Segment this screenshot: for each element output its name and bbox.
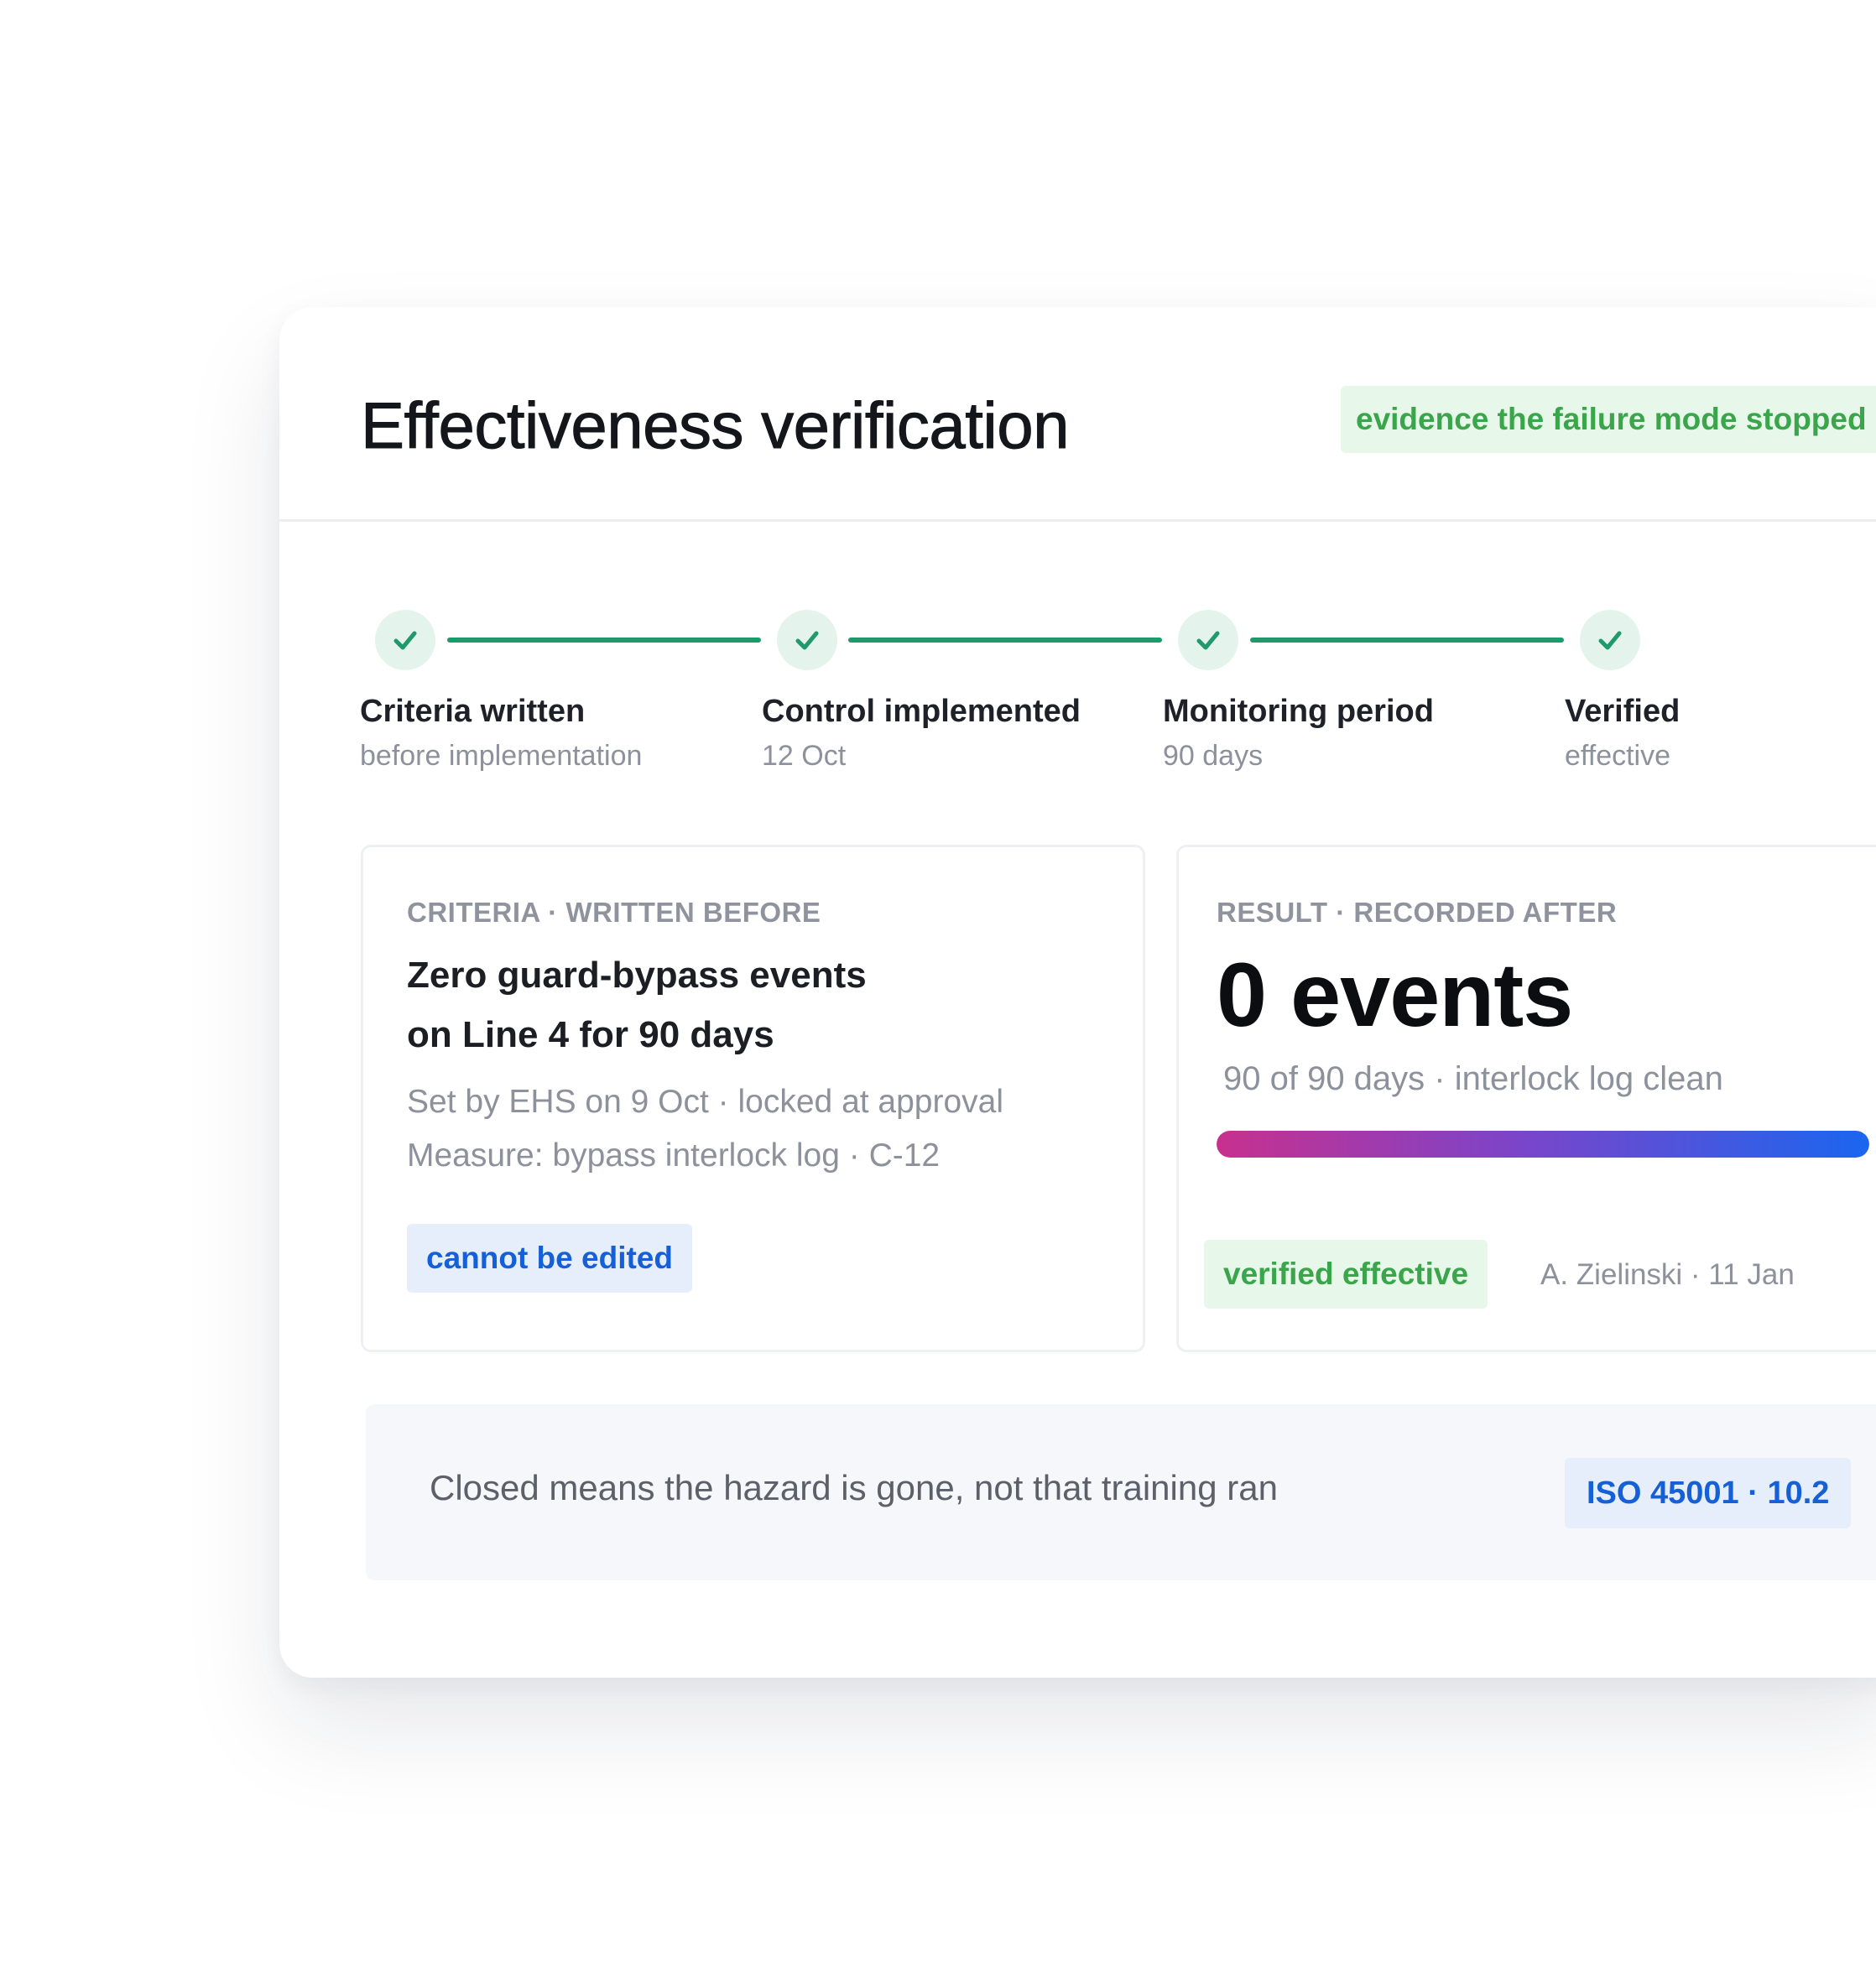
verified-effective-badge: verified effective (1204, 1240, 1488, 1309)
locked-badge: cannot be edited (407, 1224, 692, 1293)
page-title: Effectiveness verification (361, 388, 1070, 463)
verifier-signoff: A. Zielinski · 11 Jan (1540, 1258, 1795, 1291)
step-3-check-icon (1178, 610, 1238, 670)
header-divider (279, 519, 1876, 522)
step-connector (447, 638, 761, 643)
step-4-check-icon (1580, 610, 1640, 670)
result-meta: 90 of 90 days · interlock log clean (1223, 1060, 1723, 1097)
step-1-check-icon (375, 610, 435, 670)
criteria-statement-line-2: on Line 4 for 90 days (407, 1014, 774, 1055)
step-3-title: Monitoring period (1163, 694, 1434, 729)
criteria-eyebrow: CRITERIA · WRITTEN BEFORE (407, 897, 821, 928)
step-4-subtitle: effective (1565, 740, 1671, 772)
step-3-subtitle: 90 days (1163, 740, 1264, 772)
monitoring-progress-fill (1217, 1131, 1869, 1158)
criteria-panel: CRITERIA · WRITTEN BEFORE Zero guard-byp… (361, 845, 1145, 1352)
step-connector (848, 638, 1162, 643)
result-value: 0 events (1217, 944, 1573, 1045)
step-1-subtitle: before implementation (360, 740, 643, 772)
step-1-title: Criteria written (360, 694, 586, 729)
criteria-statement-line-1: Zero guard-bypass events (407, 955, 867, 996)
step-2-check-icon (777, 610, 837, 670)
result-eyebrow: RESULT · RECORDED AFTER (1217, 897, 1618, 928)
policy-note-text: Closed means the hazard is gone, not tha… (430, 1468, 1278, 1507)
iso-reference-badge: ISO 45001 · 10.2 (1565, 1458, 1852, 1528)
criteria-set-by: Set by EHS on 9 Oct · locked at approval (407, 1084, 1004, 1120)
policy-note: Closed means the hazard is gone, not tha… (366, 1404, 1876, 1580)
monitoring-progress-bar (1217, 1131, 1869, 1158)
effectiveness-verification-card: Effectiveness verification evidence the … (279, 307, 1876, 1678)
step-connector (1250, 638, 1564, 643)
step-4-title: Verified (1565, 694, 1681, 729)
criteria-measure: Measure: bypass interlock log · C-12 (407, 1137, 941, 1174)
step-2-title: Control implemented (762, 694, 1081, 729)
result-panel: RESULT · RECORDED AFTER 0 events 90 of 9… (1176, 845, 1876, 1352)
evidence-tag: evidence the failure mode stopped (1341, 386, 1876, 453)
step-2-subtitle: 12 Oct (762, 740, 847, 772)
